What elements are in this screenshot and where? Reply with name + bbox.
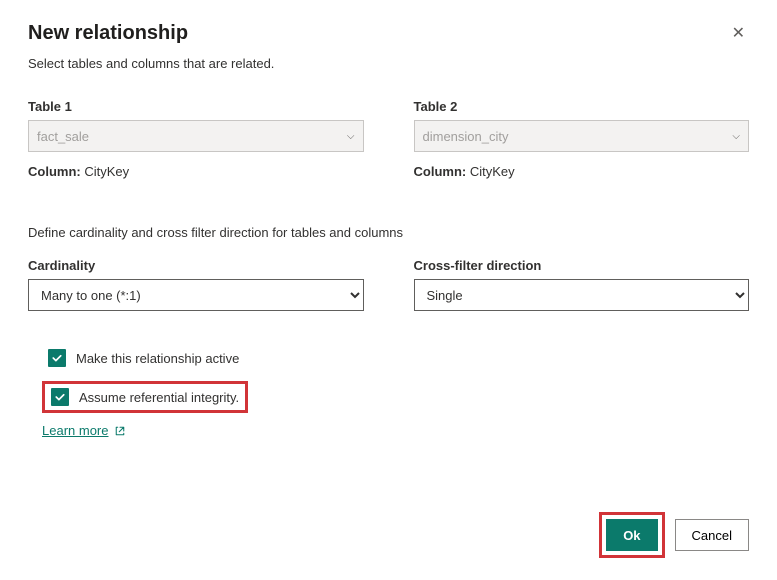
crossfilter-select[interactable]: Single <box>414 279 750 311</box>
cardinality-section-text: Define cardinality and cross filter dire… <box>28 225 749 240</box>
checkbox-assume-referential[interactable]: Assume referential integrity. <box>42 381 248 413</box>
external-link-icon <box>114 425 126 437</box>
checkmark-icon <box>48 349 66 367</box>
cancel-button[interactable]: Cancel <box>675 519 749 551</box>
checkmark-icon <box>51 388 69 406</box>
table2-column: Column: CityKey <box>414 164 750 179</box>
dialog-subtitle: Select tables and columns that are relat… <box>28 56 749 71</box>
chevron-down-icon: ⌵ <box>347 131 355 142</box>
checkbox-make-active[interactable]: Make this relationship active <box>42 345 245 371</box>
checkbox-active-label: Make this relationship active <box>76 351 239 366</box>
table1-column: Column: CityKey <box>28 164 364 179</box>
dialog-title: New relationship <box>28 22 188 45</box>
chevron-down-icon: ⌵ <box>732 131 740 142</box>
table1-dropdown[interactable]: fact_sale ⌵ <box>28 120 364 152</box>
table1-label: Table 1 <box>28 99 364 114</box>
table2-value: dimension_city <box>423 129 509 144</box>
table2-dropdown[interactable]: dimension_city ⌵ <box>414 120 750 152</box>
table2-label: Table 2 <box>414 99 750 114</box>
close-icon[interactable]: ✕ <box>728 22 749 46</box>
crossfilter-label: Cross-filter direction <box>414 258 750 273</box>
cardinality-label: Cardinality <box>28 258 364 273</box>
learn-more-link[interactable]: Learn more <box>42 423 126 438</box>
ok-button-highlight: Ok <box>599 512 664 558</box>
cardinality-select[interactable]: Many to one (*:1) <box>28 279 364 311</box>
ok-button[interactable]: Ok <box>606 519 657 551</box>
table1-value: fact_sale <box>37 129 89 144</box>
checkbox-referential-label: Assume referential integrity. <box>79 390 239 405</box>
